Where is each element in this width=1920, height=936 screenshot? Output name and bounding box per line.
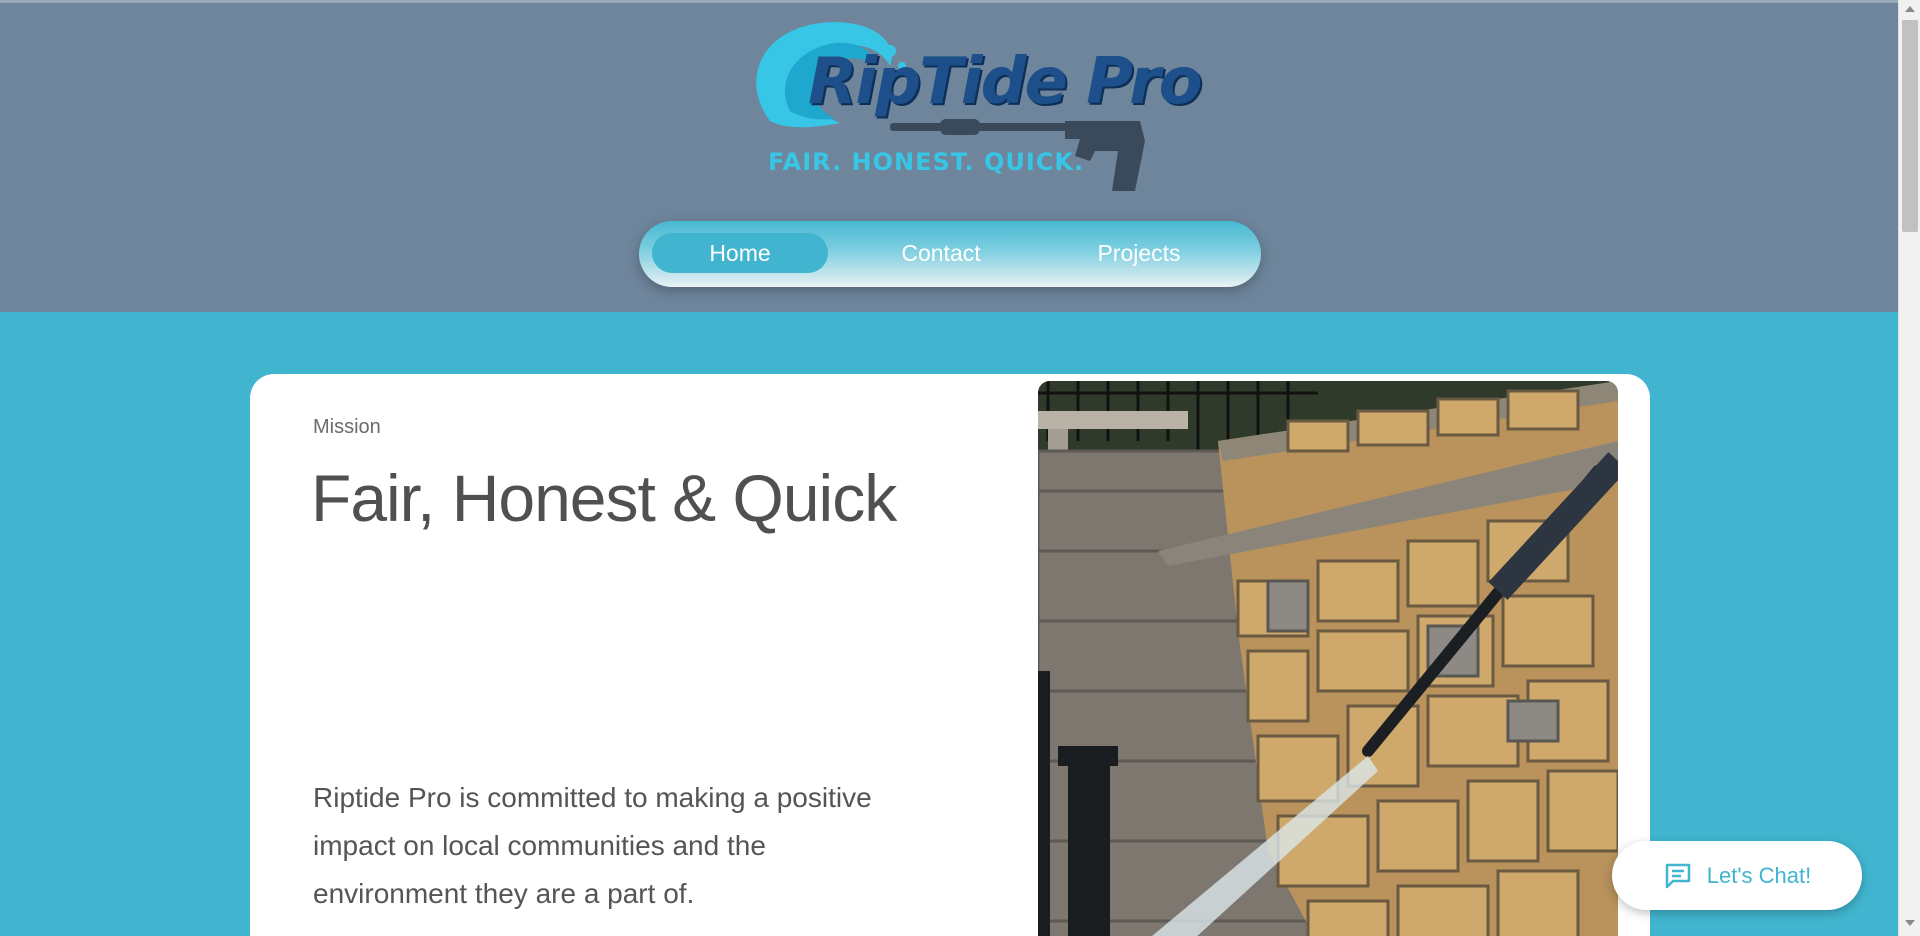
- photo-illustration: [1038, 381, 1618, 936]
- section-eyebrow: Mission: [313, 416, 381, 438]
- riptide-pro-logo[interactable]: RipTide Pro FAIR. HONEST. QUICK.: [740, 11, 1203, 191]
- pressure-washing-photo: [1038, 381, 1618, 936]
- nav-item-contact[interactable]: Contact: [861, 233, 1021, 273]
- main-nav: Home Contact Projects: [639, 221, 1261, 287]
- logo-tagline: FAIR. HONEST. QUICK.: [768, 148, 1085, 176]
- chat-label: Let's Chat!: [1706, 862, 1812, 888]
- lets-chat-button[interactable]: Let's Chat!: [1612, 841, 1862, 910]
- vertical-scrollbar[interactable]: [1898, 0, 1920, 936]
- scroll-thumb[interactable]: [1902, 20, 1918, 232]
- page: RipTide Pro FAIR. HONEST. QUICK. Home Co…: [0, 0, 1898, 936]
- nav-item-projects[interactable]: Projects: [1049, 233, 1229, 273]
- mission-headline: Fair, Honest & Quick: [311, 461, 897, 535]
- scroll-up-arrow-icon[interactable]: [1905, 6, 1915, 12]
- chat-bubble-icon: [1665, 863, 1690, 888]
- site-header: RipTide Pro FAIR. HONEST. QUICK. Home Co…: [0, 0, 1898, 312]
- scroll-down-arrow-icon[interactable]: [1905, 920, 1915, 926]
- logo-wordmark: RipTide Pro: [808, 45, 1203, 119]
- nav-item-home[interactable]: Home: [652, 233, 828, 273]
- mission-card: Mission Fair, Honest & Quick Riptide Pro…: [250, 374, 1650, 936]
- mission-body: Riptide Pro is committed to making a pos…: [313, 782, 872, 909]
